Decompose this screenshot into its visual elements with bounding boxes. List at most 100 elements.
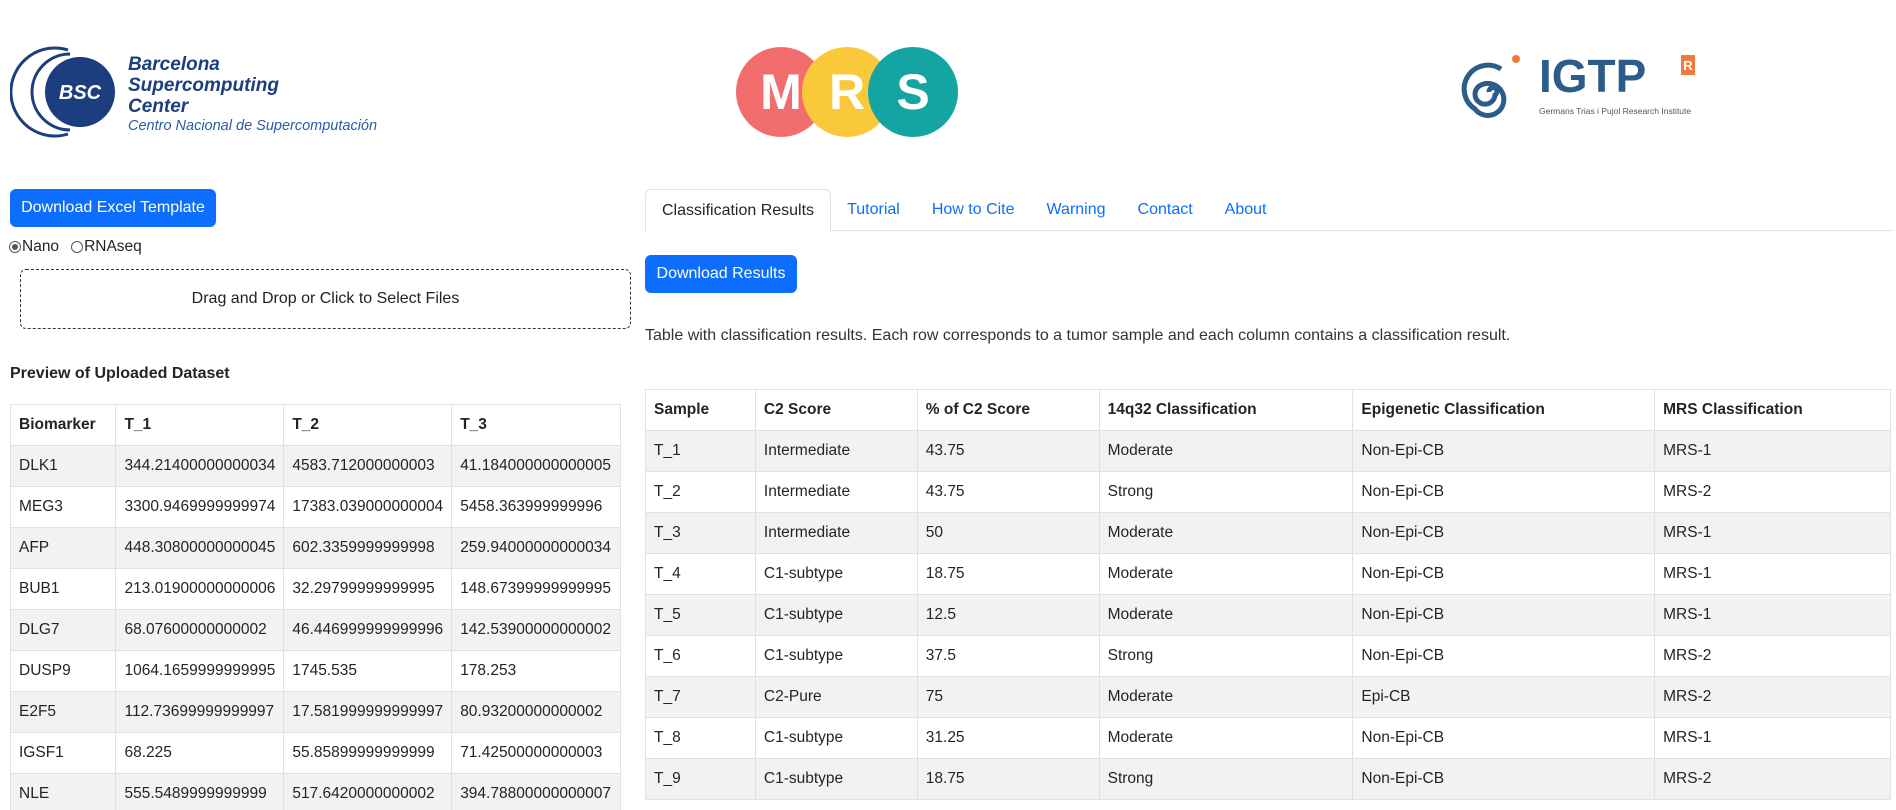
table-cell: 68.225: [115, 732, 285, 774]
bsc-subtitle: Centro Nacional de Supercomputación: [128, 118, 378, 134]
tab-contact[interactable]: Contact: [1122, 189, 1209, 231]
results-header-cell: 14q32 Classification: [1098, 389, 1354, 431]
table-cell: Non-Epi-CB: [1352, 758, 1656, 800]
download-excel-template-button[interactable]: Download Excel Template: [10, 189, 216, 227]
results-table-row: T_1 Intermediate 43.75 Moderate Non-Epi-CB MR…: [645, 430, 1891, 472]
mrs-letter-s: S: [896, 64, 929, 120]
preview-table-row: DUSP9 1064.1659999999995 1745.535 178.253: [9, 650, 621, 692]
table-cell: 4583.712000000003: [283, 445, 453, 487]
radio-nano-label[interactable]: Nano: [22, 238, 59, 256]
table-cell: T_3: [645, 512, 756, 554]
tab-bar: Classification Results Tutorial How to C…: [645, 189, 1893, 232]
table-cell: T_7: [645, 676, 756, 718]
bsc-mark-text: BSC: [59, 82, 102, 104]
results-table-row: T_4 C1-subtype 18.75 Moderate Non-Epi-CB MRS-…: [645, 553, 1891, 595]
results-table-row: T_8 C1-subtype 31.25 Moderate Non-Epi-CB MRS-…: [645, 717, 1891, 759]
table-cell: C2-Pure: [754, 676, 918, 718]
table-cell: DUSP9: [9, 650, 117, 692]
tab-warning[interactable]: Warning: [1031, 189, 1122, 231]
table-cell: Non-Epi-CB: [1352, 512, 1656, 554]
table-cell: 43.75: [916, 430, 1100, 472]
table-cell: MRS-1: [1654, 430, 1891, 472]
table-cell: NLE: [9, 773, 117, 810]
results-header-row: Sample C2 Score % of C2 Score 14q32 Clas…: [645, 389, 1891, 431]
bsc-logo-text: Barcelona Supercomputing Center Centro N…: [128, 54, 377, 135]
table-cell: Non-Epi-CB: [1352, 430, 1656, 472]
preview-table-row: IGSF1 68.225 55.85899999999999 71.425000000…: [9, 732, 621, 774]
results-table-row: T_7 C2-Pure 75 Moderate Epi-CB MRS-2: [645, 676, 1891, 718]
table-cell: MRS-1: [1654, 512, 1891, 554]
table-cell: T_9: [645, 758, 756, 800]
igtp-logo: IGTP R Germans Trias i Pujol Research In…: [1461, 50, 1695, 118]
table-cell: 31.25: [916, 717, 1100, 759]
table-cell: C1-subtype: [754, 553, 918, 595]
download-results-button[interactable]: Download Results: [645, 255, 797, 293]
table-cell: 17383.039000000004: [283, 486, 453, 528]
data-type-radio-group: Nano RNAseq: [9, 238, 154, 256]
table-cell: 555.5489999999999: [115, 773, 285, 810]
table-cell: Epi-CB: [1352, 676, 1656, 718]
bsc-name-line-3: Center: [128, 96, 189, 117]
bsc-name-line-2: Supercomputing: [128, 75, 279, 96]
dropzone-label: Drag and Drop or Click to Select Files: [191, 290, 460, 307]
table-cell: Strong: [1098, 471, 1354, 513]
table-cell: Moderate: [1098, 676, 1354, 718]
table-cell: Non-Epi-CB: [1352, 553, 1656, 595]
igtp-badge-letter: R: [1683, 58, 1693, 73]
table-cell: 148.67399999999995: [451, 568, 621, 610]
table-cell: MRS-2: [1654, 635, 1891, 677]
tab-classification-results[interactable]: Classification Results: [645, 189, 832, 232]
mrs-letter-m: M: [760, 64, 802, 120]
tab-how-to-cite[interactable]: How to Cite: [916, 189, 1031, 231]
table-cell: 3300.9469999999974: [115, 486, 285, 528]
radio-rnaseq-label[interactable]: RNAseq: [84, 238, 142, 256]
table-cell: 75: [916, 676, 1100, 718]
table-cell: 68.07600000000002: [115, 609, 285, 651]
table-cell: C1-subtype: [754, 635, 918, 677]
table-cell: 18.75: [916, 553, 1100, 595]
table-cell: 32.29799999999995: [283, 568, 453, 610]
table-cell: Strong: [1098, 758, 1354, 800]
table-cell: E2F5: [9, 691, 117, 733]
preview-header-cell: T_2: [283, 404, 453, 446]
table-cell: T_5: [645, 594, 756, 636]
table-cell: 37.5: [916, 635, 1100, 677]
tab-about[interactable]: About: [1209, 189, 1283, 231]
table-cell: MRS-2: [1654, 676, 1891, 718]
table-cell: T_2: [645, 471, 756, 513]
table-cell: MEG3: [9, 486, 117, 528]
table-cell: Non-Epi-CB: [1352, 471, 1656, 513]
table-cell: Intermediate: [754, 471, 918, 513]
results-table-body: T_1 Intermediate 43.75 Moderate Non-Epi-CB MR…: [645, 430, 1891, 800]
preview-table-row: DLK1 344.21400000000034 4583.712000000003 4…: [9, 445, 621, 487]
bsc-name-line-1: Barcelona: [128, 54, 220, 75]
results-description: Table with classification results. Each …: [645, 327, 1511, 344]
table-cell: C1-subtype: [754, 758, 918, 800]
results-table-row: T_5 C1-subtype 12.5 Moderate Non-Epi-CB MRS-1: [645, 594, 1891, 636]
table-cell: 394.78800000000007: [451, 773, 621, 810]
bsc-logo: BSC Barcelona Supercomputing Center Cent…: [10, 42, 385, 142]
table-cell: 112.73699999999997: [115, 691, 285, 733]
table-cell: DLG7: [9, 609, 117, 651]
preview-header-cell: T_3: [451, 404, 621, 446]
radio-rnaseq[interactable]: [71, 241, 84, 253]
table-cell: DLK1: [9, 445, 117, 487]
preview-title: Preview of Uploaded Dataset: [10, 365, 230, 382]
results-table-row: T_2 Intermediate 43.75 Strong Non-Epi-CB MRS-…: [645, 471, 1891, 513]
table-cell: 71.42500000000003: [451, 732, 621, 774]
table-cell: 18.75: [916, 758, 1100, 800]
table-cell: 17.581999999999997: [283, 691, 453, 733]
file-dropzone[interactable]: Drag and Drop or Click to Select Files: [20, 269, 631, 329]
preview-table-row: AFP 448.30800000000045 602.3359999999998 25…: [9, 527, 621, 569]
radio-nano[interactable]: [9, 241, 21, 253]
table-cell: Moderate: [1098, 717, 1354, 759]
tab-tutorial[interactable]: Tutorial: [831, 189, 916, 231]
table-cell: Non-Epi-CB: [1352, 594, 1656, 636]
mrs-logo: M R S: [736, 47, 958, 137]
table-cell: Moderate: [1098, 512, 1354, 554]
table-cell: 213.01900000000006: [115, 568, 285, 610]
igtp-dot: [1512, 55, 1520, 63]
table-cell: 12.5: [916, 594, 1100, 636]
table-cell: Intermediate: [754, 512, 918, 554]
table-cell: C1-subtype: [754, 717, 918, 759]
